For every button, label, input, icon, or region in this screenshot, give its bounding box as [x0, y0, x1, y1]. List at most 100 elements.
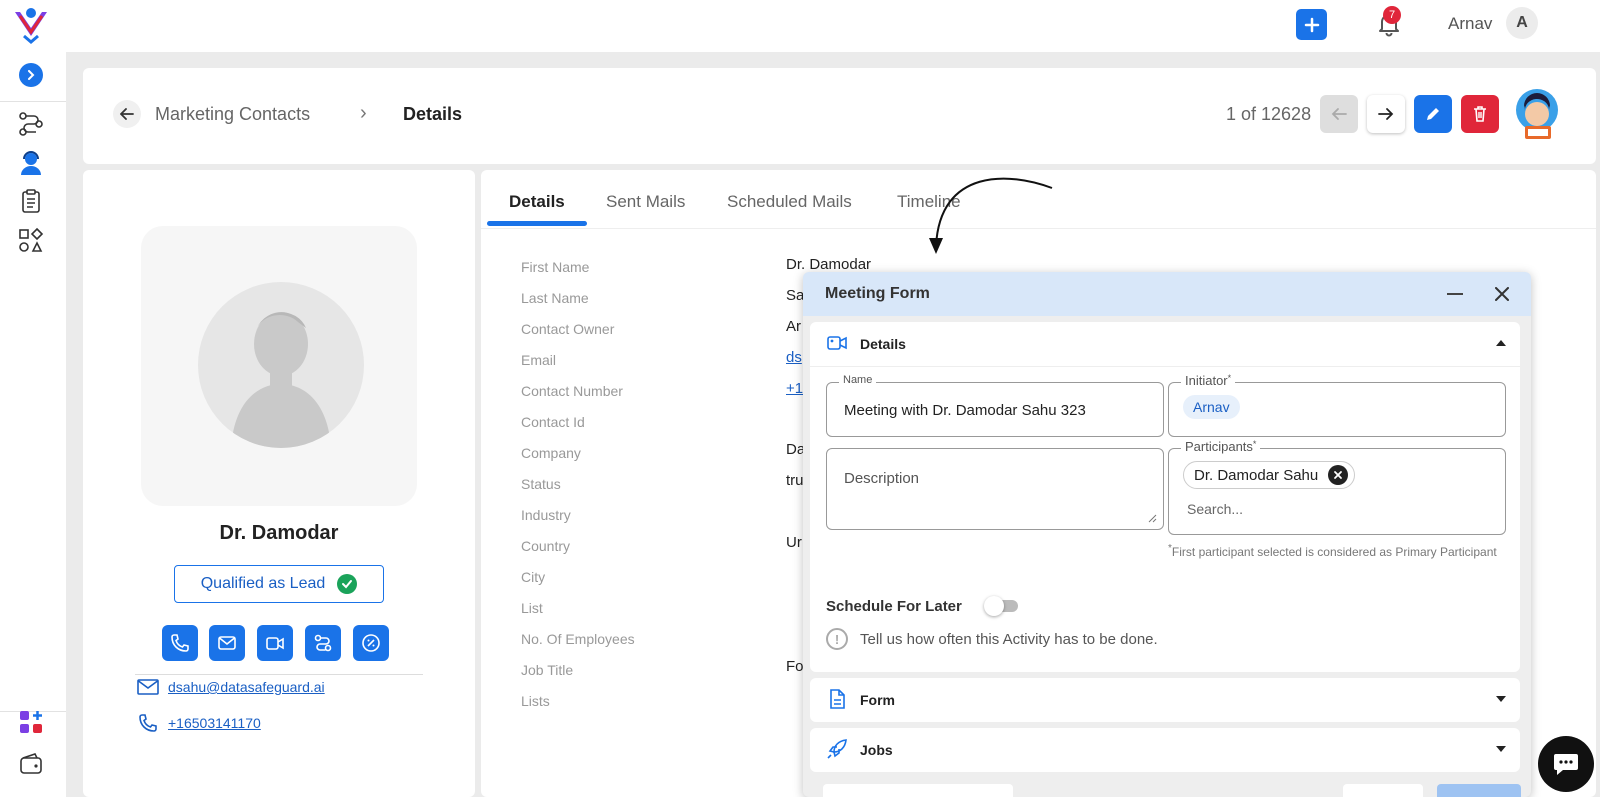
expand-caret-icon[interactable] — [1496, 696, 1506, 702]
chat-button[interactable] — [1538, 736, 1594, 792]
remove-participant-button[interactable] — [1328, 465, 1349, 485]
meeting-name-field[interactable]: Name Meeting with Dr. Damodar Sahu 323 — [826, 374, 1164, 437]
delete-button[interactable] — [1461, 95, 1499, 133]
field-label: Contact Owner — [521, 321, 615, 337]
country-value: Ur — [786, 534, 802, 551]
meeting-form-dialog: Meeting Form Details Name Meeting with D… — [803, 272, 1531, 797]
contact-email-link[interactable]: dsahu@datasafeguard.ai — [168, 679, 325, 695]
call-button[interactable] — [162, 625, 198, 661]
description-field[interactable]: Description — [826, 448, 1164, 530]
details-section-header[interactable]: Details — [810, 322, 1520, 366]
mail-icon — [137, 679, 159, 695]
shapes-icon[interactable] — [18, 227, 44, 253]
workflow-icon[interactable] — [18, 111, 44, 137]
field-label: No. Of Employees — [521, 631, 635, 647]
schedule-later-toggle[interactable] — [984, 596, 1018, 616]
breadcrumb-current: Details — [403, 104, 463, 124]
tab-scheduled-mails[interactable]: Scheduled Mails — [727, 192, 852, 212]
dialog-header: Meeting Form — [803, 272, 1531, 316]
user-avatar[interactable]: A — [1506, 7, 1538, 39]
record-pager: 1 of 12628 — [1226, 104, 1312, 124]
arrow-right-icon — [1378, 108, 1394, 120]
tab-details[interactable]: Details — [509, 192, 565, 212]
app-logo[interactable] — [12, 6, 50, 44]
details-section: Details Name Meeting with Dr. Damodar Sa… — [810, 322, 1520, 672]
sidebar-expand-button[interactable] — [19, 63, 43, 87]
field-label: Contact Number — [521, 383, 623, 399]
phone-icon — [139, 714, 157, 732]
profile-photo-frame — [141, 226, 417, 506]
email-value[interactable]: ds — [786, 349, 802, 366]
cancel-button[interactable] — [1343, 784, 1423, 797]
breadcrumb-parent[interactable]: Marketing Contacts — [155, 104, 310, 125]
divider — [135, 674, 423, 675]
video-icon — [266, 637, 284, 650]
detail-header: Marketing Contacts › Details 1 of 12628 — [83, 68, 1596, 164]
annotation-arrow — [929, 177, 1053, 254]
lead-status-badge[interactable]: Qualified as Lead — [174, 565, 384, 603]
clipboard-icon[interactable] — [18, 188, 44, 214]
breadcrumb-separator: › — [360, 102, 367, 124]
contact-owner-value: Ar — [786, 318, 801, 335]
video-call-button[interactable] — [257, 625, 293, 661]
tab-sent-mails[interactable]: Sent Mails — [606, 192, 685, 212]
field-label: Lists — [521, 693, 550, 709]
edit-button[interactable] — [1414, 95, 1452, 133]
contact-name: Dr. Damodar — [219, 522, 339, 544]
person-icon — [231, 312, 331, 448]
arrow-left-icon — [1331, 108, 1347, 120]
meeting-name-value[interactable]: Meeting with Dr. Damodar Sahu 323 — [844, 402, 1086, 419]
user-name[interactable]: Arnav — [1448, 14, 1492, 34]
lead-status-label: Qualified as Lead — [200, 575, 326, 592]
active-tab-indicator — [487, 221, 587, 226]
wallet-icon[interactable] — [18, 751, 44, 777]
collapse-caret-icon[interactable] — [1496, 340, 1506, 346]
divider — [810, 366, 1520, 367]
route-button[interactable] — [305, 625, 341, 661]
submit-button[interactable] — [1437, 784, 1521, 797]
next-record-button[interactable] — [1367, 95, 1405, 133]
minimize-button[interactable] — [1447, 293, 1463, 295]
arrow-left-icon — [120, 108, 134, 120]
trash-icon — [1474, 106, 1486, 122]
field-label: Job Title — [521, 662, 574, 678]
apps-add-icon[interactable] — [18, 709, 44, 735]
toggle-knob — [984, 596, 1004, 616]
form-section[interactable]: Form — [810, 678, 1520, 722]
section-title: Jobs — [860, 742, 893, 758]
field-label: Email — [521, 352, 557, 368]
create-button[interactable] — [1296, 9, 1327, 40]
section-title: Form — [860, 692, 895, 708]
resize-handle-icon[interactable] — [1147, 513, 1157, 523]
chevron-right-icon — [28, 70, 35, 80]
footer-control[interactable] — [823, 784, 1013, 797]
participant-search-input[interactable]: Search... — [1187, 501, 1243, 517]
contact-email-row: dsahu@datasafeguard.ai — [137, 678, 325, 696]
rocket-icon — [827, 739, 847, 759]
offer-button[interactable] — [353, 625, 389, 661]
email-button[interactable] — [209, 625, 245, 661]
initiator-label: Initiator* — [1181, 373, 1236, 388]
expand-caret-icon[interactable] — [1496, 746, 1506, 752]
chat-icon — [1554, 754, 1578, 775]
document-icon — [830, 689, 845, 709]
participant-chip: Dr. Damodar Sahu — [1183, 461, 1356, 489]
avatar-placeholder — [198, 282, 364, 448]
description-placeholder: Description — [844, 470, 920, 487]
contact-profile-card: Dr. Damodar Qualified as Lead dsahu@data… — [83, 170, 475, 797]
initiator-chip[interactable]: Arnav — [1183, 395, 1240, 419]
participants-field[interactable]: Participants* Dr. Damodar Sahu Search... — [1168, 439, 1506, 535]
initiator-field[interactable]: Initiator* Arnav — [1168, 373, 1506, 437]
assistant-avatar[interactable] — [1515, 88, 1561, 142]
first-name-value: Dr. Damodar — [786, 256, 872, 273]
jobs-section[interactable]: Jobs — [810, 728, 1520, 772]
contacts-icon[interactable] — [18, 150, 44, 176]
field-label: Country — [521, 538, 571, 554]
back-button[interactable] — [113, 100, 141, 128]
dialog-title: Meeting Form — [825, 285, 930, 302]
previous-record-button[interactable] — [1320, 95, 1358, 133]
close-button[interactable] — [1491, 283, 1513, 305]
contact-phone-link[interactable]: +16503141170 — [168, 715, 261, 731]
participant-hint: *First participant selected is considere… — [1168, 543, 1497, 559]
field-label: Last Name — [521, 290, 589, 306]
